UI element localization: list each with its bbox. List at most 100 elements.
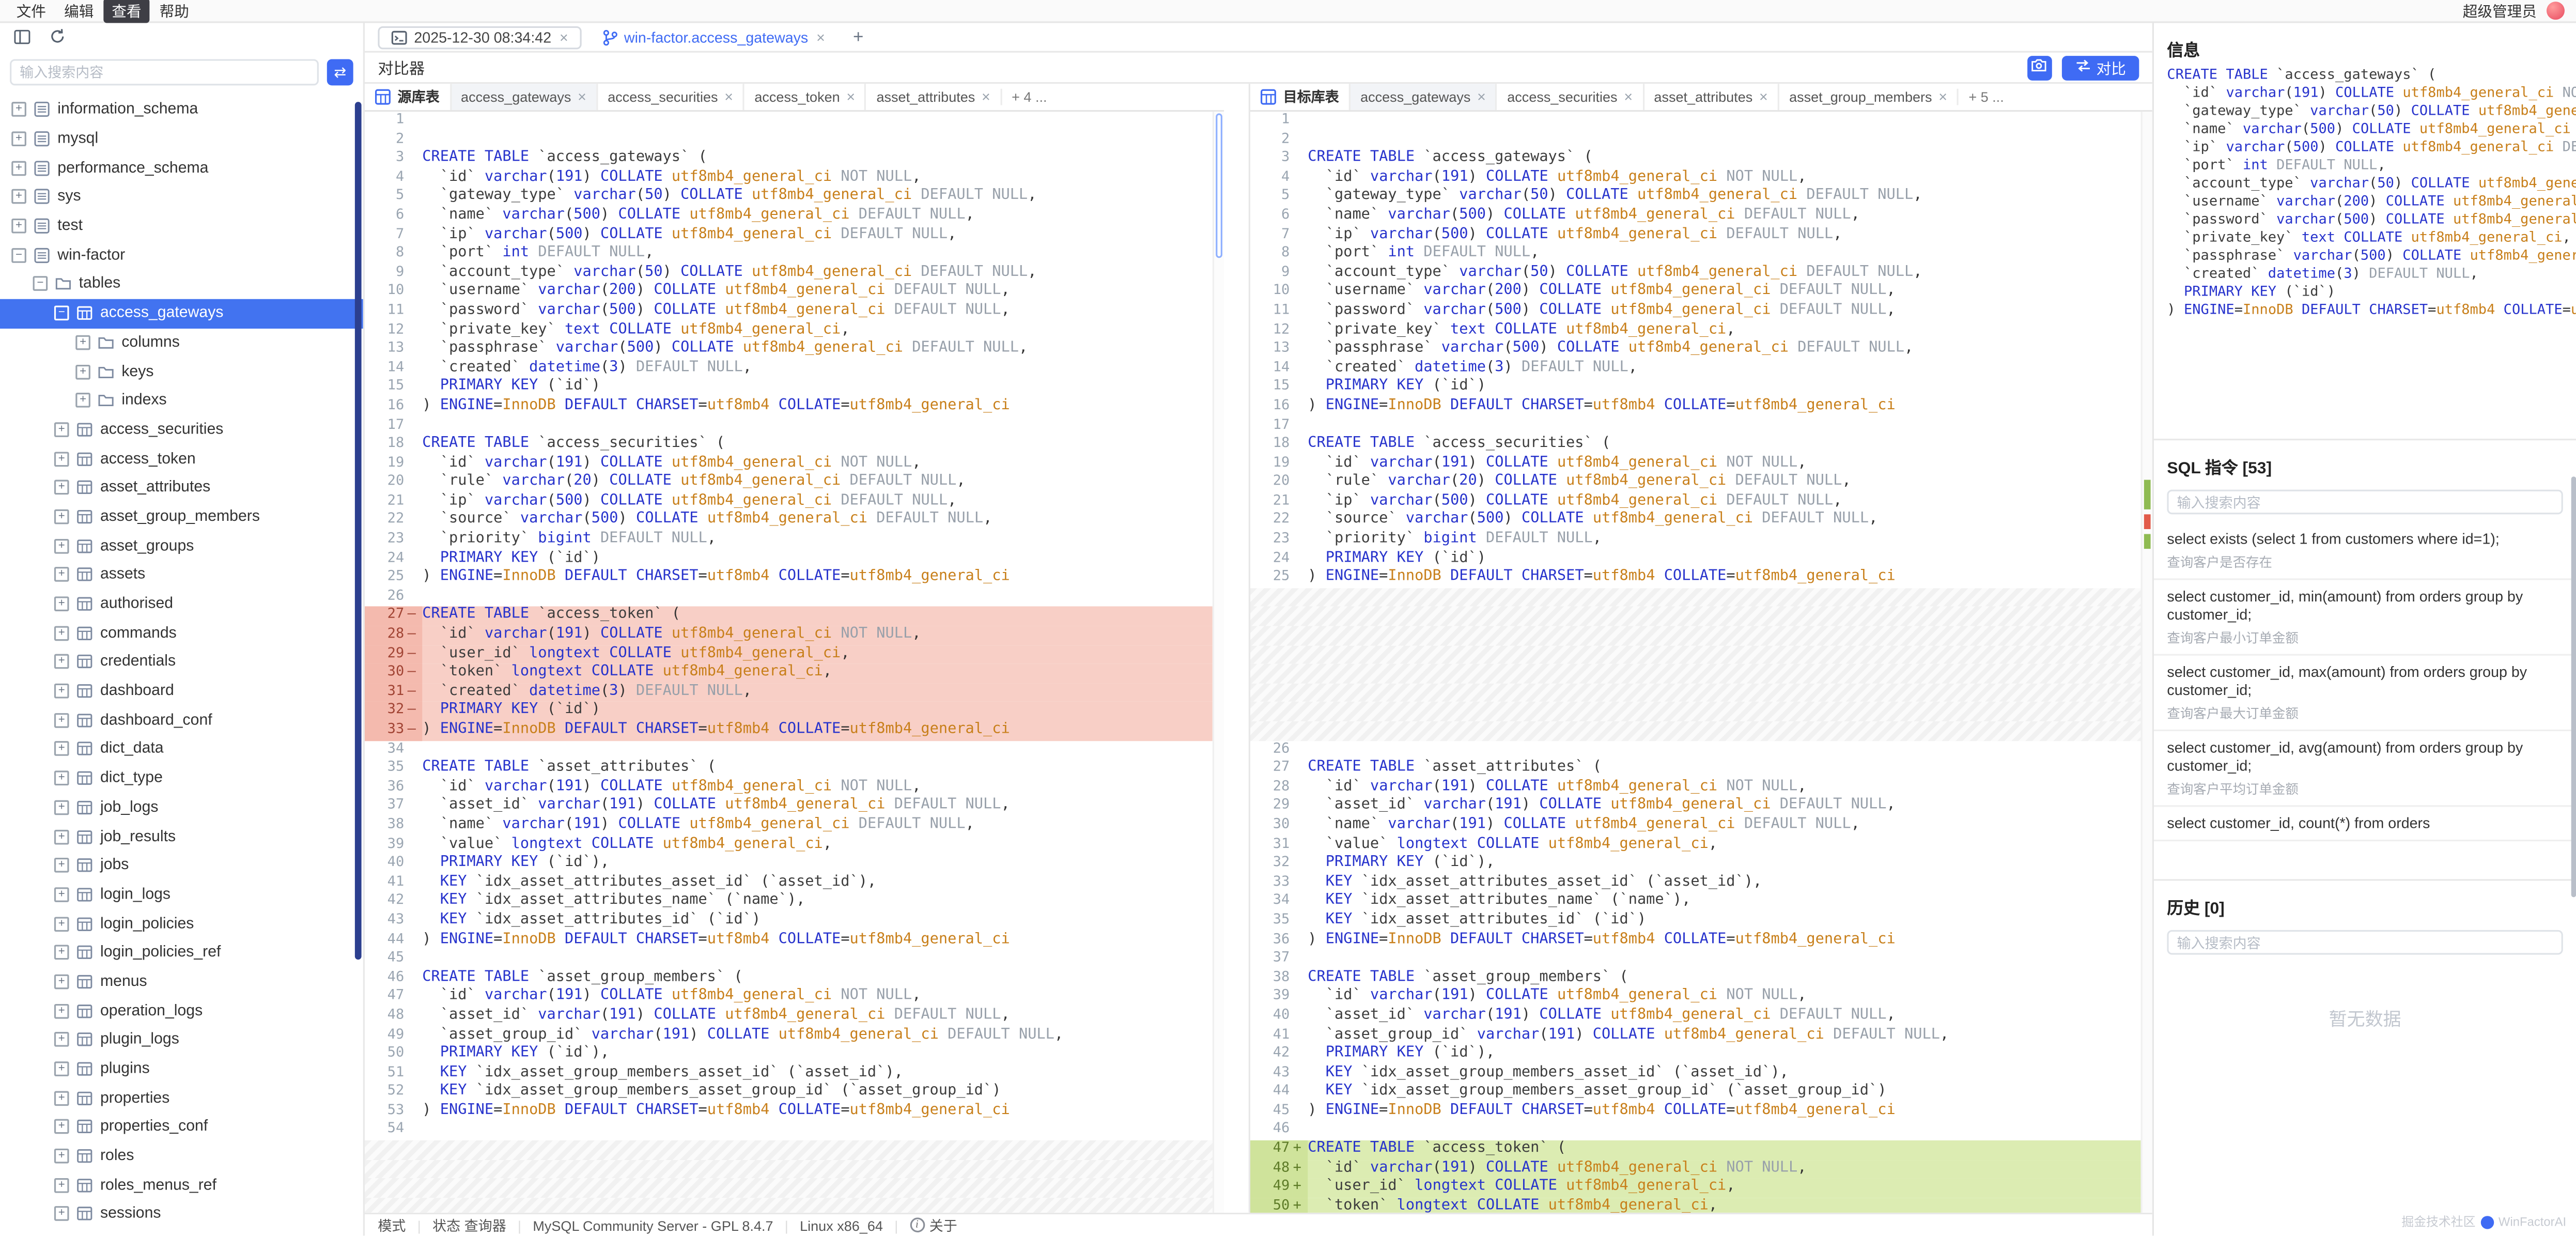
expand-icon[interactable]: +: [11, 131, 26, 146]
code-line[interactable]: 37 `asset_id` varchar(191) COLLATE utf8m…: [365, 797, 1213, 816]
diff-line-filler[interactable]: [365, 1179, 1213, 1198]
sql-command-item[interactable]: select customer_id, max(amount) from ord…: [2154, 655, 2576, 730]
target-tab-asset_group_members[interactable]: asset_group_members×: [1778, 84, 1957, 111]
history-search-input[interactable]: [2177, 934, 2553, 951]
close-icon[interactable]: ×: [724, 89, 733, 105]
expand-icon[interactable]: +: [11, 190, 26, 205]
code-line[interactable]: 45) ENGINE=InnoDB DEFAULT CHARSET=utf8mb…: [1250, 1102, 2141, 1121]
diff-line-deleted[interactable]: 30— `token` longtext COLLATE utf8mb4_gen…: [365, 664, 1213, 683]
sidebar-item-credentials[interactable]: +credentials: [0, 647, 363, 676]
sidebar-item-asset_attributes[interactable]: +asset_attributes: [0, 473, 363, 502]
expand-icon[interactable]: +: [75, 393, 90, 408]
sidebar-item-tables[interactable]: −tables: [0, 270, 363, 299]
code-line[interactable]: 39 `id` varchar(191) COLLATE utf8mb4_gen…: [1250, 988, 2141, 1007]
sidebar-item-jobs[interactable]: +jobs: [0, 851, 363, 880]
code-line[interactable]: 17: [365, 416, 1213, 436]
sidebar-item-menus[interactable]: +menus: [0, 967, 363, 996]
sidebar-item-sys[interactable]: +sys: [0, 182, 363, 211]
code-line[interactable]: 50 PRIMARY KEY (`id`),: [365, 1045, 1213, 1064]
code-line[interactable]: 17: [1250, 416, 2141, 436]
code-line[interactable]: 3CREATE TABLE `access_gateways` (: [1250, 150, 2141, 169]
code-line[interactable]: 4 `id` varchar(191) COLLATE utf8mb4_gene…: [1250, 169, 2141, 188]
code-line[interactable]: 30 `name` varchar(191) COLLATE utf8mb4_g…: [1250, 816, 2141, 836]
code-line[interactable]: 14 `created` datetime(3) DEFAULT NULL,: [365, 360, 1213, 379]
code-line[interactable]: 4 `id` varchar(191) COLLATE utf8mb4_gene…: [365, 169, 1213, 188]
code-line[interactable]: 46CREATE TABLE `asset_group_members` (: [365, 969, 1213, 988]
diff-line-deleted[interactable]: 33—) ENGINE=InnoDB DEFAULT CHARSET=utf8m…: [365, 721, 1213, 740]
source-tab-access_securities[interactable]: access_securities×: [596, 84, 743, 111]
code-line[interactable]: 41 `asset_group_id` varchar(191) COLLATE…: [1250, 1026, 2141, 1045]
sql-command-item[interactable]: select customer_id, min(amount) from ord…: [2154, 579, 2576, 655]
code-line[interactable]: 43 KEY `idx_asset_attributes_id` (`id`): [365, 912, 1213, 931]
close-icon[interactable]: ×: [816, 29, 825, 45]
code-line[interactable]: 13 `passphrase` varchar(500) COLLATE utf…: [365, 341, 1213, 360]
code-line[interactable]: 39 `value` longtext COLLATE utf8mb4_gene…: [365, 836, 1213, 855]
code-line[interactable]: 45: [365, 950, 1213, 969]
code-line[interactable]: 6 `name` varchar(500) COLLATE utf8mb4_ge…: [365, 207, 1213, 226]
sidebar-item-job_results[interactable]: +job_results: [0, 822, 363, 851]
expand-icon[interactable]: +: [54, 1032, 69, 1047]
expand-icon[interactable]: +: [54, 887, 69, 902]
code-line[interactable]: 10 `username` varchar(200) COLLATE utf8m…: [1250, 283, 2141, 302]
sidebar-item-access_gateways[interactable]: −access_gateways: [0, 299, 363, 328]
diff-line-filler[interactable]: [1250, 645, 2141, 665]
expand-icon[interactable]: +: [54, 1091, 69, 1106]
menu-item[interactable]: 编辑: [56, 0, 102, 23]
compare-button[interactable]: 对比: [2062, 55, 2139, 80]
sidebar-item-authorised[interactable]: +authorised: [0, 590, 363, 619]
sidebar-item-login_logs[interactable]: +login_logs: [0, 880, 363, 909]
diff-line-added[interactable]: 50+ `token` longtext COLLATE utf8mb4_gen…: [1250, 1198, 2141, 1213]
close-icon[interactable]: ×: [1477, 89, 1486, 105]
code-line[interactable]: 3CREATE TABLE `access_gateways` (: [365, 150, 1213, 169]
code-line[interactable]: 40 `asset_id` varchar(191) COLLATE utf8m…: [1250, 1007, 2141, 1026]
expand-icon[interactable]: +: [54, 771, 69, 786]
code-line[interactable]: 9 `account_type` varchar(50) COLLATE utf…: [1250, 264, 2141, 283]
sidebar-item-asset_groups[interactable]: +asset_groups: [0, 531, 363, 560]
code-line[interactable]: 34: [365, 740, 1213, 760]
code-line[interactable]: 18CREATE TABLE `access_securities` (: [1250, 436, 2141, 455]
code-line[interactable]: 46: [1250, 1121, 2141, 1140]
source-tab-asset_attributes[interactable]: asset_attributes×: [865, 84, 1000, 111]
expand-icon[interactable]: +: [11, 161, 26, 176]
expand-icon[interactable]: +: [54, 975, 69, 990]
sidebar-item-properties_conf[interactable]: +properties_conf: [0, 1113, 363, 1141]
code-line[interactable]: 24 PRIMARY KEY (`id`): [365, 550, 1213, 569]
diff-line-added[interactable]: 49+ `user_id` longtext COLLATE utf8mb4_g…: [1250, 1179, 2141, 1198]
code-line[interactable]: 2: [1250, 131, 2141, 150]
source-scrollbar-thumb[interactable]: [1216, 113, 1222, 258]
sidebar-item-performance_schema[interactable]: +performance_schema: [0, 153, 363, 182]
code-line[interactable]: 5 `gateway_type` varchar(50) COLLATE utf…: [365, 188, 1213, 207]
code-line[interactable]: 7 `ip` varchar(500) COLLATE utf8mb4_gene…: [365, 226, 1213, 245]
expand-icon[interactable]: +: [54, 626, 69, 641]
close-icon[interactable]: ×: [846, 89, 855, 105]
code-line[interactable]: 16) ENGINE=InnoDB DEFAULT CHARSET=utf8mb…: [1250, 397, 2141, 416]
sql-command-item[interactable]: select customer_id, count(*) from orders: [2154, 806, 2576, 841]
code-line[interactable]: 38 `name` varchar(191) COLLATE utf8mb4_g…: [365, 816, 1213, 836]
code-line[interactable]: 32 PRIMARY KEY (`id`),: [1250, 855, 2141, 874]
source-scrollbar[interactable]: [1213, 112, 1224, 1213]
expand-icon[interactable]: +: [54, 684, 69, 699]
sidebar-search-action-button[interactable]: ⇄: [327, 59, 353, 85]
file-tab[interactable]: win-factor.access_gateways×: [591, 25, 836, 49]
close-icon[interactable]: ×: [578, 89, 586, 105]
refresh-icon[interactable]: [49, 28, 66, 48]
code-line[interactable]: 41 KEY `idx_asset_attributes_asset_id` (…: [365, 874, 1213, 893]
sidebar-item-job_logs[interactable]: +job_logs: [0, 793, 363, 822]
code-line[interactable]: 8 `port` int DEFAULT NULL,: [1250, 245, 2141, 264]
expand-icon[interactable]: +: [54, 509, 69, 524]
sidebar-item-commands[interactable]: +commands: [0, 619, 363, 647]
code-line[interactable]: 19 `id` varchar(191) COLLATE utf8mb4_gen…: [365, 455, 1213, 474]
sidebar-scrollbar[interactable]: [355, 102, 362, 960]
code-line[interactable]: 2: [365, 131, 1213, 150]
info-panel-scrollbar[interactable]: [2571, 476, 2576, 897]
file-tab[interactable]: 2025-12-30 08:34:42×: [378, 25, 581, 49]
diff-line-deleted[interactable]: 27—CREATE TABLE `access_token` (: [365, 607, 1213, 626]
expand-icon[interactable]: +: [54, 713, 69, 728]
expand-icon[interactable]: +: [54, 1003, 69, 1018]
expand-icon[interactable]: +: [54, 567, 69, 582]
code-line[interactable]: 24 PRIMARY KEY (`id`): [1250, 550, 2141, 569]
target-tab-access_gateways[interactable]: access_gateways×: [1349, 84, 1496, 111]
sidebar-item-login_policies_ref[interactable]: +login_policies_ref: [0, 938, 363, 967]
sidebar-item-asset_group_members[interactable]: +asset_group_members: [0, 502, 363, 531]
sidebar-item-operation_logs[interactable]: +operation_logs: [0, 996, 363, 1025]
